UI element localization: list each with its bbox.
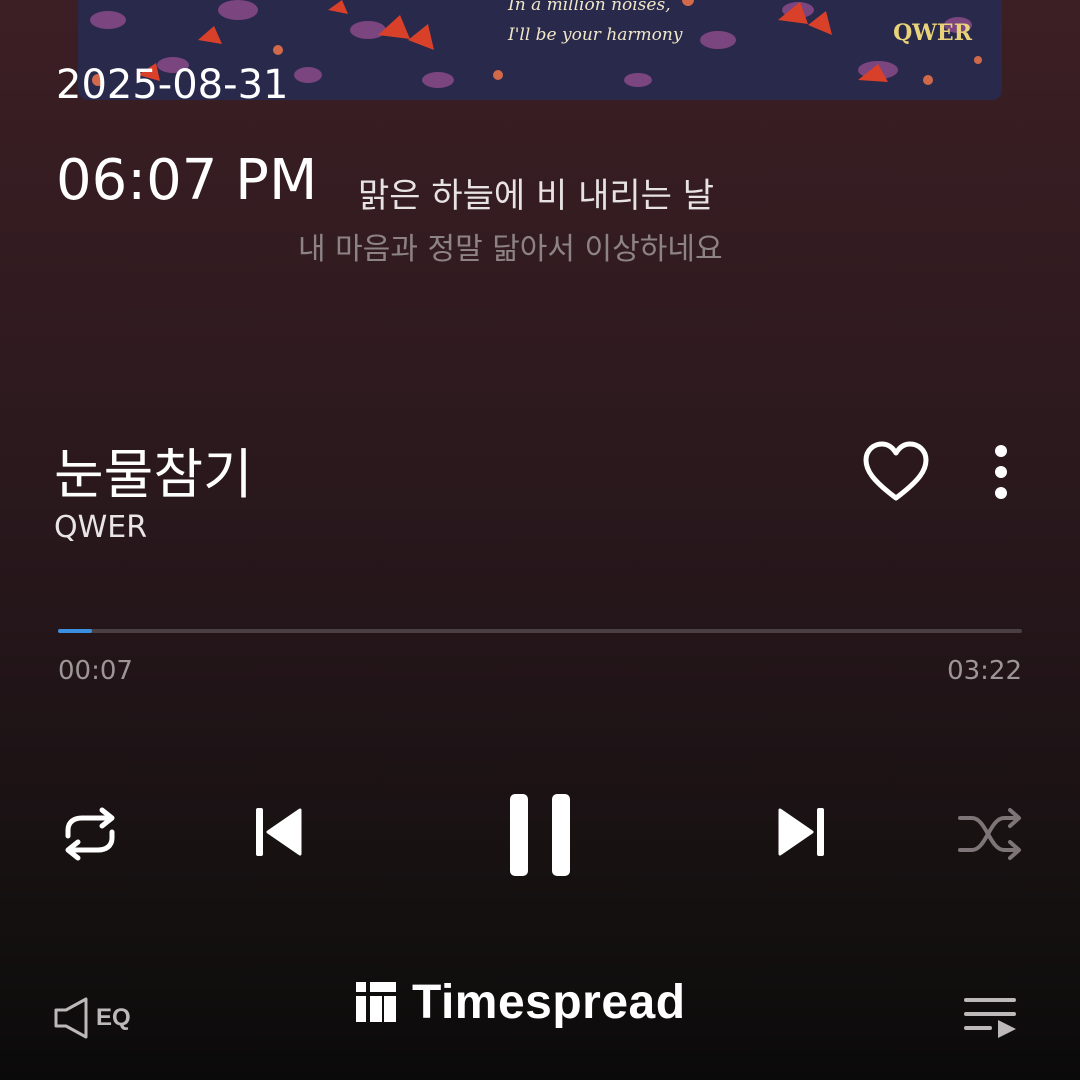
album-art-script-line2: I'll be your harmony: [508, 25, 683, 45]
repeat-icon[interactable]: [54, 806, 126, 862]
seek-bar-progress: [58, 629, 92, 633]
pause-icon[interactable]: [506, 790, 574, 880]
brand-watermark: Timespread: [354, 975, 686, 1029]
skip-next-icon[interactable]: [776, 806, 826, 858]
album-art-logo: QWER: [893, 20, 972, 46]
album-art-script-line1: In a million noises,: [508, 0, 671, 15]
seek-bar[interactable]: [58, 629, 1022, 633]
shuffle-icon[interactable]: [956, 806, 1024, 862]
skip-previous-icon[interactable]: [254, 806, 304, 858]
more-options-icon[interactable]: [984, 440, 1018, 504]
track-title: 눈물참기: [54, 443, 253, 506]
brand-logo-icon: [356, 982, 396, 1022]
eq-label: EQ: [96, 1004, 131, 1031]
lyric-current-line[interactable]: 맑은 하늘에 비 내리는 날: [358, 168, 714, 217]
eq-button[interactable]: EQ: [52, 996, 131, 1040]
playlist-queue-icon[interactable]: [962, 994, 1018, 1040]
album-art-script: In a million noises, I'll be your harmon…: [508, 0, 682, 50]
brand-name: Timespread: [412, 975, 686, 1029]
speaker-icon: [54, 997, 88, 1039]
track-artist[interactable]: QWER: [54, 510, 147, 545]
elapsed-time: 00:07: [58, 656, 133, 686]
total-duration: 03:22: [947, 656, 1022, 686]
date-label: 2025-08-31: [56, 62, 289, 108]
lyric-next-line[interactable]: 내 마음과 정말 닮아서 이상하네요: [298, 224, 723, 268]
heart-icon[interactable]: [862, 440, 930, 504]
time-label: 06:07 PM: [56, 148, 318, 213]
